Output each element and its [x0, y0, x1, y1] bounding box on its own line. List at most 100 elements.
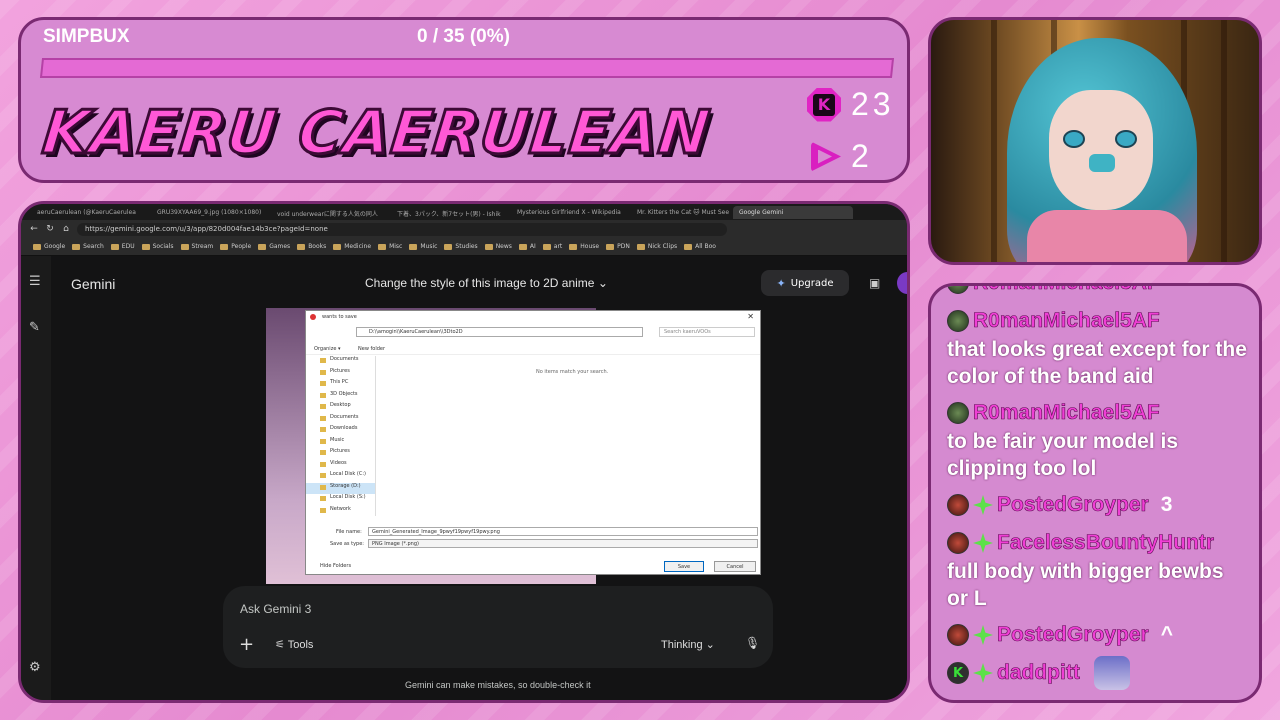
share-icon[interactable]: ▣ [869, 276, 880, 290]
url-field[interactable]: https://gemini.google.com/u/3/app/820d00… [77, 222, 727, 236]
bookmark[interactable]: EDU [111, 243, 135, 250]
file-name-input[interactable]: Gemini_Generated_Image_9pwyf19pwyf19pwy.… [368, 527, 758, 536]
tree-item[interactable]: Music [306, 437, 375, 449]
browser-tab-active[interactable]: Google Gemini [733, 205, 853, 219]
save-type-select[interactable]: PNG Image (*.png) [368, 539, 758, 548]
new-chat-icon[interactable]: ✎ [29, 320, 40, 335]
chat-username[interactable]: R0manMichael5AF [973, 401, 1160, 425]
chat-username[interactable]: R0manMichael5AF [973, 286, 1160, 295]
user-avatar [947, 624, 969, 646]
tree-item[interactable]: Local Disk (C:) [306, 471, 375, 483]
play-stat-value: 2 [851, 138, 873, 174]
dialog-toolbar: Organize ▾ New folder [306, 343, 760, 355]
browser-tab[interactable]: Mysterious Girlfriend X - Wikipedia [511, 206, 629, 219]
microphone-icon[interactable]: 🎙 [745, 636, 760, 650]
tools-button[interactable]: ⚟ Tools [275, 638, 313, 651]
reload-icon[interactable]: ↻ [45, 224, 55, 234]
tree-item[interactable]: This PC [306, 379, 375, 391]
kick-stat-value: 23 [851, 86, 895, 122]
chat-username[interactable]: daddpitt [997, 661, 1080, 685]
tree-item[interactable]: Pictures [306, 448, 375, 460]
chat-message: PostedGroyper ^ [947, 620, 1249, 650]
bookmark[interactable]: Search [72, 243, 104, 250]
conversation-title[interactable]: Change the style of this image to 2D ani… [365, 276, 608, 290]
bookmark[interactable]: Socials [142, 243, 174, 250]
cancel-button[interactable]: Cancel [714, 561, 756, 572]
band-aid [1089, 154, 1115, 172]
goal-progress-bar [39, 58, 895, 78]
prompt-box[interactable]: Ask Gemini 3 + ⚟ Tools Thinking ⌄ 🎙 [223, 586, 773, 668]
bookmark[interactable]: art [543, 243, 563, 250]
hide-folders-toggle[interactable]: Hide Folders [320, 563, 351, 569]
tree-item[interactable]: 3D Objects [306, 391, 375, 403]
browser-tab[interactable]: GRU39XYAA69_9.jpg (1080×1080) [151, 206, 269, 219]
path-field[interactable]: D:\\amogin\\KaeruCaerulean\\3Dto2D [356, 327, 643, 337]
new-folder-button[interactable]: New folder [358, 346, 385, 352]
browser-tab[interactable]: aeruCaerulean (@KaeruCaerulea [31, 206, 149, 219]
tree-item[interactable]: Local Disk (S:) [306, 494, 375, 506]
header-panel: SIMPBUX 0 / 35 (0%) KAERU CAERULEAN K 23… [18, 17, 910, 183]
browser-tab[interactable]: void underwearに関する人気の同人 [271, 206, 389, 219]
browser-tab[interactable]: 下着、3パック、新7セット(男) - Ishik [391, 206, 509, 219]
bookmark[interactable]: Games [258, 243, 290, 250]
tree-item[interactable]: Videos [306, 460, 375, 472]
tree-item-selected[interactable]: Storage (D:) [306, 482, 375, 494]
user-avatar [947, 286, 969, 294]
avatar[interactable] [897, 272, 907, 294]
chat-username[interactable]: PostedGroyper [997, 493, 1149, 517]
screen-capture: aeruCaerulean (@KaeruCaerulea GRU39XYAA6… [18, 201, 910, 703]
sparkle-badge-icon [973, 495, 993, 515]
user-avatar [947, 402, 969, 424]
bookmark[interactable]: Music [409, 243, 437, 250]
bookmark[interactable]: PDN [606, 243, 630, 250]
organize-button[interactable]: Organize ▾ [314, 346, 341, 352]
disclaimer: Gemini can make mistakes, so double-chec… [405, 680, 591, 690]
goal-progress-text: 0 / 35 (0%) [417, 26, 510, 47]
sparkle-icon: ✦ [776, 276, 786, 290]
gemini-brand[interactable]: Gemini [71, 276, 115, 292]
settings-gear-icon[interactable]: ⚙ [29, 660, 41, 675]
bookmark[interactable]: Nick Clips [637, 243, 677, 250]
back-icon[interactable]: ← [29, 224, 39, 234]
tree-item[interactable]: Documents [306, 356, 375, 368]
mode-selector[interactable]: Thinking ⌄ [661, 638, 715, 651]
bookmark[interactable]: Misc [378, 243, 402, 250]
chat-username[interactable]: R0manMichael5AF [973, 309, 1160, 333]
menu-icon[interactable]: ☰ [29, 274, 41, 289]
bookmark[interactable]: People [220, 243, 251, 250]
prompt-input[interactable]: Ask Gemini 3 [240, 602, 311, 616]
browser-tab-bar: aeruCaerulean (@KaeruCaerulea GRU39XYAA6… [21, 204, 907, 220]
chat-message: PostedGroyper 3 [947, 490, 1249, 520]
close-icon[interactable]: ✕ [747, 312, 754, 321]
browser-tab[interactable]: Mr. Kitters the Cat 🐱 Must See [631, 206, 731, 219]
goal-progress-fill [42, 60, 44, 76]
save-file-dialog: wants to save ✕ D:\\amogin\\KaeruCaerule… [305, 310, 761, 575]
tree-item[interactable]: Desktop [306, 402, 375, 414]
tree-item[interactable]: Pictures [306, 368, 375, 380]
chat-username[interactable]: FacelessBountyHuntr [997, 531, 1215, 555]
upgrade-button[interactable]: ✦ Upgrade [761, 270, 849, 296]
save-button[interactable]: Save [664, 561, 704, 572]
save-type-label: Save as type: [330, 541, 364, 547]
bookmark[interactable]: Stream [181, 243, 214, 250]
bookmark[interactable]: News [485, 243, 512, 250]
emote-image [1093, 656, 1130, 690]
bookmark[interactable]: House [569, 243, 599, 250]
file-name-label: File name: [336, 529, 362, 535]
bookmark[interactable]: All Boo [684, 243, 716, 250]
folder-search-input[interactable]: Search kaeruVOOs [659, 327, 755, 337]
tree-item[interactable]: Documents [306, 414, 375, 426]
bookmark[interactable]: Google [33, 243, 65, 250]
chat-text: ^ [1160, 623, 1173, 646]
tree-item[interactable]: Network [306, 506, 375, 518]
bookmark[interactable]: Books [297, 243, 326, 250]
plus-icon[interactable]: + [239, 634, 254, 655]
tree-item[interactable]: Downloads [306, 425, 375, 437]
chat-username[interactable]: PostedGroyper [997, 623, 1149, 647]
bookmark[interactable]: Medicine [333, 243, 371, 250]
chat-text: 3 [1160, 493, 1173, 516]
bookmark[interactable]: AI [519, 243, 536, 250]
bookmark[interactable]: Studies [444, 243, 477, 250]
home-icon[interactable]: ⌂ [61, 224, 71, 234]
avatar-body [1027, 210, 1187, 262]
